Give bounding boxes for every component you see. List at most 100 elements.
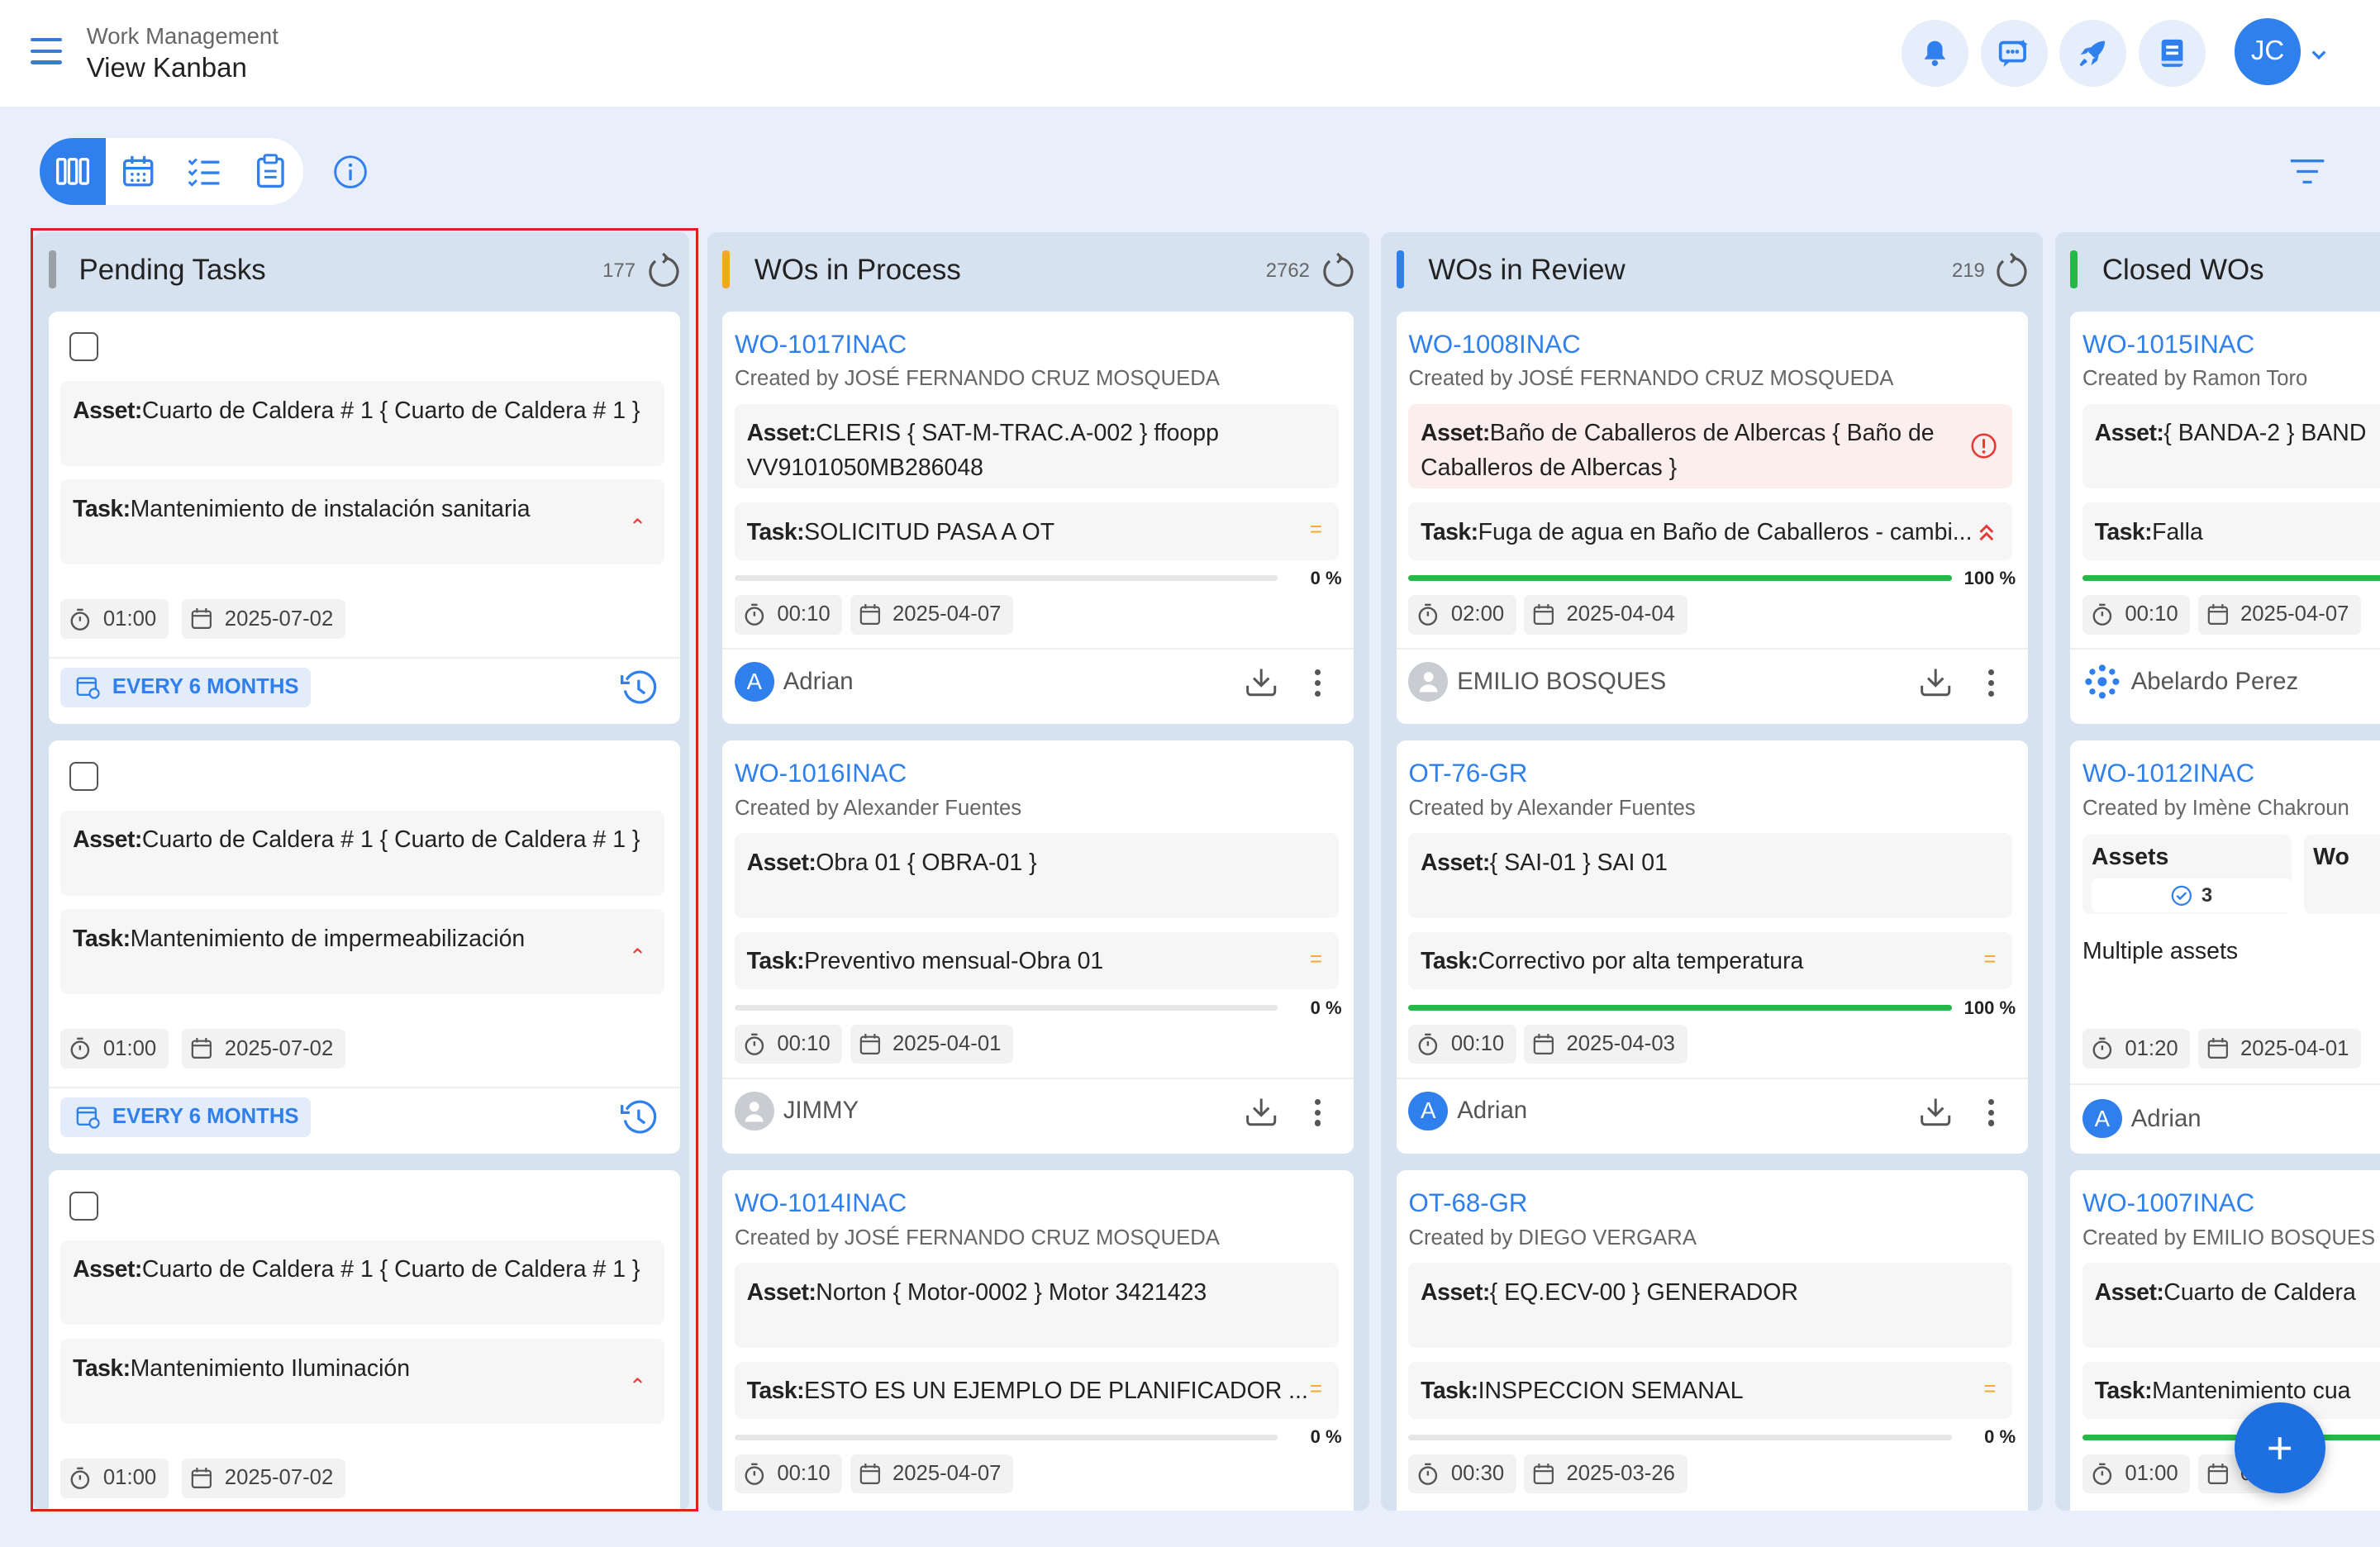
- refresh-icon[interactable]: [1994, 252, 2027, 295]
- chat-icon[interactable]: [1980, 19, 2048, 87]
- work-order-card[interactable]: WO-1007INAC Created by EMILIO BOSQUES As…: [2070, 1170, 2380, 1511]
- stopwatch-icon: [1419, 603, 1438, 626]
- more-options-icon[interactable]: [1988, 669, 1995, 702]
- work-order-id[interactable]: WO-1012INAC: [2082, 759, 2254, 788]
- work-order-card[interactable]: WO-1008INAC Created by JOSÉ FERNANDO CRU…: [1396, 311, 2028, 725]
- task-box: Task:Fuga de agua en Baño de Caballeros …: [1408, 502, 2013, 560]
- work-order-id[interactable]: OT-68-GR: [1408, 1188, 1527, 1218]
- chevron-up-icon[interactable]: ⌃: [629, 940, 647, 974]
- work-order-id[interactable]: WO-1014INAC: [735, 1188, 907, 1218]
- calendar-icon: [2207, 603, 2228, 625]
- checklist-view-icon[interactable]: [172, 138, 238, 205]
- calendar-icon: [1533, 1463, 1554, 1484]
- progress-percent: 100 %: [1963, 567, 2016, 588]
- asset-label: Asset:: [2094, 420, 2164, 447]
- progress-fill: [1408, 1004, 1952, 1011]
- asset-label: Asset:: [746, 420, 816, 447]
- work-order-id[interactable]: OT-76-GR: [1408, 759, 1527, 788]
- menu-icon[interactable]: [30, 37, 63, 65]
- date-chip: 2025-07-02: [182, 599, 345, 640]
- work-order-id[interactable]: WO-1017INAC: [735, 330, 907, 359]
- refresh-icon[interactable]: [1321, 252, 1354, 295]
- filter-icon[interactable]: [2289, 158, 2325, 192]
- page-title: View Kanban: [86, 53, 247, 84]
- work-order-id[interactable]: WO-1016INAC: [735, 759, 907, 788]
- column-header: WOs in Process 2762: [707, 232, 1369, 308]
- rocket-icon[interactable]: [2059, 19, 2127, 87]
- column-wos-in-process: WOs in Process 2762 WO-1017INAC Created …: [707, 232, 1369, 1511]
- column-color-bar: [1396, 250, 1404, 288]
- asset-box: Asset:{ BANDA-2 } BAND: [2082, 403, 2380, 489]
- kanban-view-icon[interactable]: [39, 138, 106, 205]
- calendar-view-icon[interactable]: [106, 138, 172, 205]
- book-icon[interactable]: [2138, 19, 2206, 87]
- chevron-up-icon[interactable]: ⌃: [629, 1369, 647, 1404]
- more-options-icon[interactable]: [1988, 1098, 1995, 1131]
- module-name: Work Management: [86, 22, 278, 49]
- assets-summary: Assets 3: [2082, 835, 2292, 914]
- select-checkbox[interactable]: [69, 761, 99, 791]
- work-orders-summary: Wo: [2304, 835, 2380, 914]
- avatar: [734, 1091, 774, 1131]
- date-value: 2025-04-07: [892, 602, 1002, 626]
- work-order-card[interactable]: WO-1015INAC Created by Ramon Toro Asset:…: [2070, 311, 2380, 725]
- asset-value: Cuarto de Caldera # 1 { Cuarto de Calder…: [141, 397, 640, 424]
- work-order-card[interactable]: WO-1012INAC Created by Imène Chakroun As…: [2070, 740, 2380, 1154]
- duration-value: 00:10: [777, 1032, 831, 1056]
- stopwatch-icon: [1419, 1033, 1438, 1055]
- add-button[interactable]: +: [2234, 1402, 2325, 1494]
- date-value: 2025-07-02: [224, 1466, 334, 1490]
- column-count: 2762: [1265, 259, 1310, 283]
- assignee-name: EMILIO BOSQUES: [1457, 667, 1667, 695]
- info-icon[interactable]: [332, 154, 369, 197]
- refresh-icon[interactable]: [646, 252, 679, 295]
- task-label: Task:: [1421, 948, 1478, 975]
- chevron-up-icon[interactable]: ⌃: [629, 510, 647, 545]
- download-icon[interactable]: [1245, 1094, 1278, 1134]
- stopwatch-icon: [745, 1033, 764, 1055]
- asset-value: CLERIS { SAT-M-TRAC.A-002 } ffoopp VV910…: [746, 420, 1219, 482]
- work-order-id[interactable]: WO-1008INAC: [1408, 330, 1580, 359]
- download-icon[interactable]: [1919, 664, 1952, 704]
- asset-label: Asset:: [73, 1256, 142, 1283]
- asset-box: Asset:Cuarto de Caldera # 1 { Cuarto de …: [60, 810, 665, 896]
- download-icon[interactable]: [1919, 1094, 1952, 1134]
- download-icon[interactable]: [1245, 664, 1278, 704]
- avatar: A: [1408, 1091, 1449, 1131]
- assets-count: 3: [2201, 883, 2213, 907]
- column-title: WOs in Process: [754, 253, 961, 286]
- history-icon[interactable]: [619, 1097, 659, 1144]
- priority-medium-icon: =: [1309, 947, 1322, 971]
- task-label: Task:: [1421, 518, 1478, 545]
- duration-chip: 01:00: [60, 1459, 169, 1498]
- work-order-card[interactable]: WO-1014INAC Created by JOSÉ FERNANDO CRU…: [722, 1170, 1354, 1511]
- task-card[interactable]: Asset:Cuarto de Caldera # 1 { Cuarto de …: [48, 1170, 680, 1511]
- task-card[interactable]: Asset:Cuarto de Caldera # 1 { Cuarto de …: [48, 740, 680, 1154]
- select-checkbox[interactable]: [69, 1191, 99, 1221]
- work-order-card[interactable]: WO-1016INAC Created by Alexander Fuentes…: [722, 740, 1354, 1154]
- select-checkbox[interactable]: [69, 332, 99, 362]
- date-chip: 2025-04-01: [2197, 1029, 2362, 1069]
- asset-value: { EQ.ECV-00 } GENERADOR: [1489, 1278, 1798, 1306]
- more-options-icon[interactable]: [1314, 1098, 1321, 1131]
- task-label: Task:: [746, 948, 805, 975]
- bell-icon[interactable]: [1902, 19, 1969, 87]
- duration-value: 01:00: [102, 1036, 157, 1060]
- work-order-card[interactable]: WO-1017INAC Created by JOSÉ FERNANDO CRU…: [722, 311, 1354, 725]
- view-switcher: [39, 138, 304, 205]
- chevron-down-icon[interactable]: [2310, 41, 2328, 69]
- user-avatar[interactable]: JC: [2234, 18, 2301, 85]
- assignee-name: Adrian: [2130, 1104, 2202, 1132]
- work-order-id[interactable]: WO-1007INAC: [2082, 1188, 2254, 1218]
- task-card[interactable]: Asset:Cuarto de Caldera # 1 { Cuarto de …: [48, 311, 680, 725]
- work-order-id[interactable]: WO-1015INAC: [2082, 330, 2254, 359]
- duration-value: 01:20: [2125, 1036, 2178, 1060]
- task-box: Task:ESTO ES UN EJEMPLO DE PLANIFICADOR …: [734, 1361, 1339, 1420]
- asset-label: Asset:: [746, 1278, 816, 1306]
- clipboard-view-icon[interactable]: [237, 138, 303, 205]
- work-order-card[interactable]: OT-68-GR Created by DIEGO VERGARA Asset:…: [1396, 1170, 2028, 1511]
- history-icon[interactable]: [619, 668, 659, 714]
- work-order-card[interactable]: OT-76-GR Created by Alexander Fuentes As…: [1396, 740, 2028, 1154]
- asset-label: Asset:: [73, 826, 142, 854]
- more-options-icon[interactable]: [1314, 669, 1321, 702]
